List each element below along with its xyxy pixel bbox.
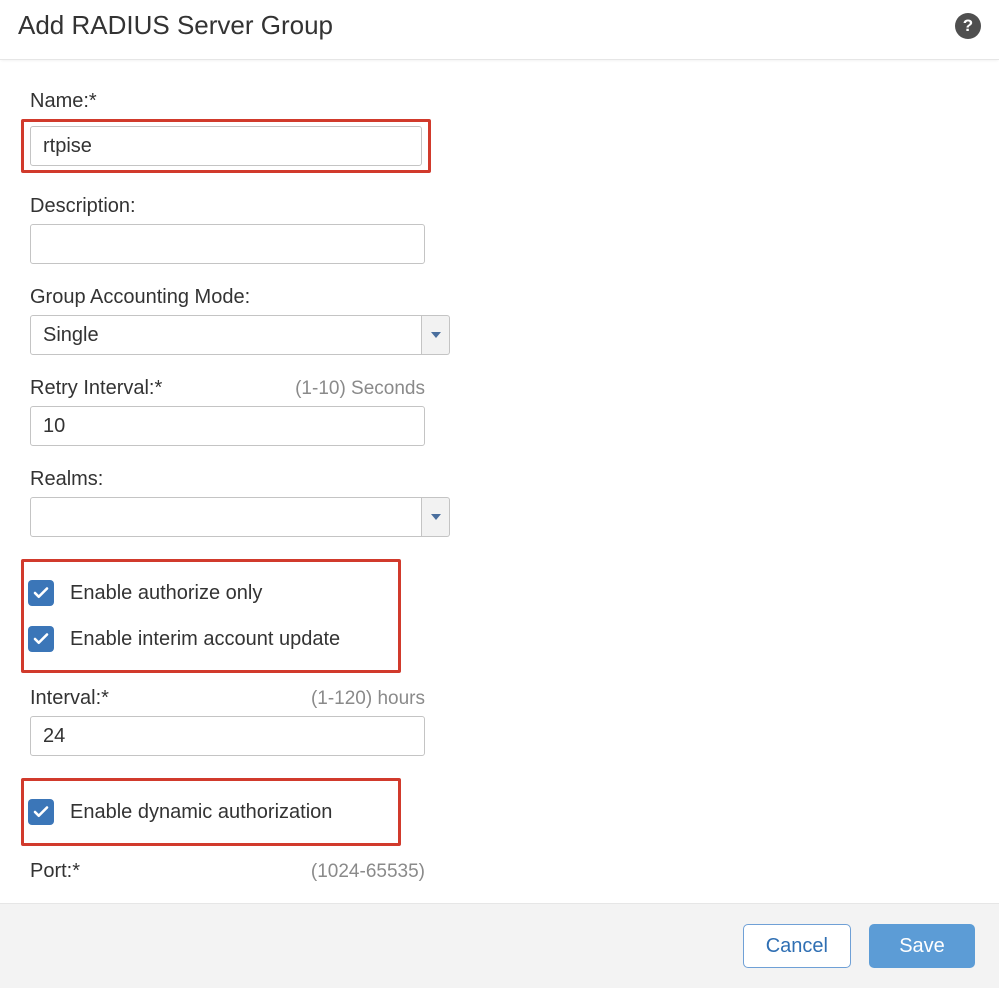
- realms-field-group: Realms:: [30, 468, 969, 537]
- retry-interval-hint: (1-10) Seconds: [295, 378, 425, 400]
- interval-input[interactable]: [30, 716, 425, 756]
- accounting-mode-dropdown-button[interactable]: [422, 315, 450, 355]
- description-field-group: Description:: [30, 195, 969, 264]
- port-hint: (1024-65535): [311, 861, 425, 883]
- realms-dropdown-button[interactable]: [422, 497, 450, 537]
- realms-select[interactable]: [30, 497, 422, 537]
- dialog-body: Name:* Description: Group Accounting Mod…: [0, 60, 999, 903]
- add-radius-server-group-dialog: Add RADIUS Server Group ? Name:* Descrip…: [0, 0, 999, 988]
- save-button[interactable]: Save: [869, 924, 975, 968]
- name-input[interactable]: [30, 126, 422, 166]
- dynamic-auth-highlight: Enable dynamic authorization: [21, 778, 401, 846]
- retry-interval-field-group: Retry Interval:* (1-10) Seconds: [30, 377, 969, 446]
- check-icon: [32, 584, 50, 602]
- enable-interim-update-label: Enable interim account update: [70, 628, 340, 651]
- enable-dynamic-auth-label: Enable dynamic authorization: [70, 801, 332, 824]
- enable-interim-update-row: Enable interim account update: [28, 616, 392, 662]
- chevron-down-icon: [431, 514, 441, 520]
- enable-dynamic-auth-row: Enable dynamic authorization: [28, 789, 392, 835]
- enable-authorize-only-checkbox[interactable]: [28, 580, 54, 606]
- enable-dynamic-auth-checkbox[interactable]: [28, 799, 54, 825]
- interval-field-group: Interval:* (1-120) hours: [30, 687, 969, 756]
- description-input[interactable]: [30, 224, 425, 264]
- description-label: Description:: [30, 195, 136, 218]
- scroll-filler: [30, 889, 969, 903]
- accounting-mode-label: Group Accounting Mode:: [30, 286, 250, 309]
- dialog-footer: Cancel Save: [0, 903, 999, 988]
- port-label: Port:*: [30, 860, 80, 883]
- form-scroll-area[interactable]: Name:* Description: Group Accounting Mod…: [0, 60, 999, 903]
- enable-interim-update-checkbox[interactable]: [28, 626, 54, 652]
- accounting-mode-select[interactable]: Single: [30, 315, 422, 355]
- chevron-down-icon: [431, 332, 441, 338]
- name-highlight: [21, 119, 431, 173]
- port-field-group: Port:* (1024-65535): [30, 860, 969, 883]
- accounting-mode-field-group: Group Accounting Mode: Single: [30, 286, 969, 355]
- help-icon[interactable]: ?: [955, 13, 981, 39]
- name-field-group: Name:*: [30, 90, 969, 173]
- authorize-interim-highlight: Enable authorize only Enable interim acc…: [21, 559, 401, 673]
- dialog-title: Add RADIUS Server Group: [18, 10, 333, 41]
- enable-authorize-only-row: Enable authorize only: [28, 570, 392, 616]
- retry-interval-label: Retry Interval:*: [30, 377, 162, 400]
- cancel-button[interactable]: Cancel: [743, 924, 851, 968]
- check-icon: [32, 803, 50, 821]
- interval-hint: (1-120) hours: [311, 688, 425, 710]
- realms-label: Realms:: [30, 468, 103, 491]
- name-label: Name:*: [30, 90, 97, 113]
- retry-interval-input[interactable]: [30, 406, 425, 446]
- enable-authorize-only-label: Enable authorize only: [70, 582, 262, 605]
- dialog-header: Add RADIUS Server Group ?: [0, 0, 999, 60]
- interval-label: Interval:*: [30, 687, 109, 710]
- check-icon: [32, 630, 50, 648]
